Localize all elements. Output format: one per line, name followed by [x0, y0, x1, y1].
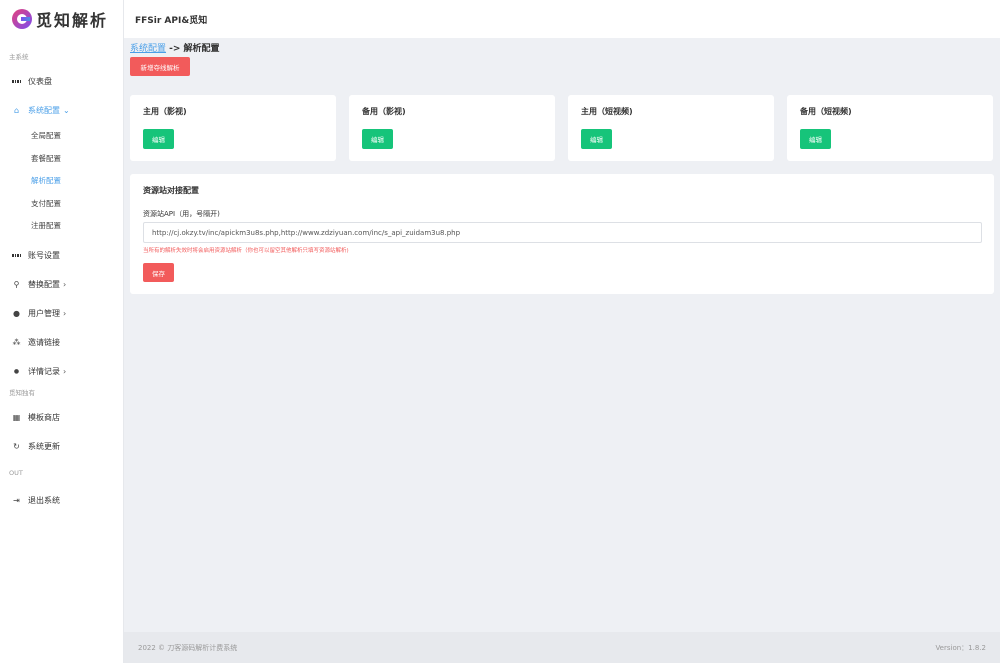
resource-api-label: 资源站API（用，号隔开) [143, 210, 220, 218]
resource-site-config-panel: 资源站对接配置 资源站API（用，号隔开) 当所有的解析失效时将会启用资源站解析… [130, 174, 994, 294]
main-content: 系统配置 -> 解析配置 新增夺线解析 主用（影视) 编辑 备用（影视) 编辑 … [124, 38, 1000, 632]
footer-version: Version：1.8.2 [935, 644, 986, 652]
breadcrumb: 系统配置 -> 解析配置 [130, 41, 220, 54]
card-title: 主用（影视) [143, 107, 187, 116]
sub-item-package-config[interactable]: 套餐配置 [0, 148, 123, 171]
nav-item-dashboard[interactable]: 仪表盘 [0, 67, 123, 96]
nav-item-detail-records[interactable]: ● 详情记录 › [0, 357, 123, 386]
logo-icon [12, 9, 32, 29]
sub-item-parse-config[interactable]: 解析配置 [0, 170, 123, 193]
nav-item-user-management[interactable]: ● 用户管理 › [0, 299, 123, 328]
nav-item-logout[interactable]: ⇥ 退出系统 [0, 486, 123, 515]
edit-button[interactable]: 编辑 [800, 129, 831, 149]
edit-button[interactable]: 编辑 [581, 129, 612, 149]
nav-item-label: 详情记录 [28, 366, 60, 376]
edit-button[interactable]: 编辑 [362, 129, 393, 149]
nav-item-label: 替换配置 [28, 279, 60, 289]
sub-item-register-config[interactable]: 注册配置 [0, 215, 123, 238]
card-main-short-video: 主用（短视频) 编辑 [568, 95, 774, 161]
dashboard-icon [12, 77, 21, 86]
header-title: FFSir API&觅知 [135, 16, 208, 26]
resource-api-hint: 当所有的解析失效时将会启用资源站解析（你也可以留空其他解析只填写资源站解析) [143, 248, 349, 254]
nav-item-label: 邀请链接 [28, 337, 60, 347]
sub-item-global-config[interactable]: 全局配置 [0, 125, 123, 148]
nav-item-label: 退出系统 [28, 495, 60, 505]
nav-item-replace-config[interactable]: ⚲ 替换配置 › [0, 270, 123, 299]
add-parse-line-button[interactable]: 新增夺线解析 [130, 57, 190, 76]
nav-item-account-settings[interactable]: 账号设置 [0, 241, 123, 270]
nav-item-system-config[interactable]: ⌂ 系统配置 ⌄ [0, 96, 123, 125]
nav-item-invite-link[interactable]: ⁂ 邀请链接 [0, 328, 123, 357]
breadcrumb-link-system-config[interactable]: 系统配置 [130, 44, 166, 54]
logo[interactable]: 觅知解析 [0, 0, 123, 38]
nav-item-label: 系统更新 [28, 441, 60, 451]
panel-title: 资源站对接配置 [143, 186, 199, 195]
section-label-out: OUT [9, 468, 23, 477]
card-backup-video: 备用（影视) 编辑 [349, 95, 555, 161]
card-title: 备用（短视频) [800, 107, 852, 116]
card-title: 备用（影视) [362, 107, 406, 116]
chevron-right-icon: › [63, 279, 67, 289]
nav-item-label: 用户管理 [28, 308, 60, 318]
refresh-icon: ↻ [13, 441, 20, 451]
section-label-mizhi: 觅知独有 [9, 388, 35, 397]
store-icon: ▦ [12, 412, 21, 422]
search-icon: ⚲ [13, 279, 20, 289]
card-title: 主用（短视频) [581, 107, 633, 116]
home-icon: ⌂ [13, 106, 20, 115]
breadcrumb-current: -> 解析配置 [166, 44, 220, 54]
nav-item-label: 仪表盘 [28, 77, 52, 86]
dot-icon: ● [13, 367, 20, 375]
nav-item-label: 系统配置 [28, 106, 60, 115]
users-icon: ⁂ [12, 337, 21, 347]
sidebar: 觅知解析 主系统 仪表盘 ⌂ 系统配置 ⌄ 全局配置 套餐配置 解析配置 支付配… [0, 0, 124, 663]
chevron-down-icon: ⌄ [63, 106, 70, 115]
section-label-main: 主系统 [9, 53, 29, 61]
nav-item-label: 账号设置 [28, 250, 60, 260]
footer-copyright: 2022 © 刀客源码解析计费系统 [138, 644, 238, 652]
grid-icon [12, 251, 21, 260]
logo-text: 觅知解析 [36, 11, 109, 30]
nav-item-label: 模板商店 [28, 412, 60, 422]
resource-api-input[interactable] [143, 222, 982, 243]
nav-item-template-store[interactable]: ▦ 模板商店 [0, 403, 123, 432]
nav-item-system-update[interactable]: ↻ 系统更新 [0, 432, 123, 461]
card-main-video: 主用（影视) 编辑 [130, 95, 336, 161]
top-header: FFSir API&觅知 [124, 0, 1000, 38]
chevron-right-icon: › [63, 308, 67, 318]
logout-icon: ⇥ [13, 495, 20, 505]
sub-item-payment-config[interactable]: 支付配置 [0, 193, 123, 216]
card-backup-short-video: 备用（短视频) 编辑 [787, 95, 993, 161]
edit-button[interactable]: 编辑 [143, 129, 174, 149]
save-button[interactable]: 保存 [143, 263, 174, 282]
chevron-right-icon: › [63, 366, 67, 376]
user-icon: ● [13, 308, 20, 318]
footer: 2022 © 刀客源码解析计费系统 Version：1.8.2 [124, 632, 1000, 663]
